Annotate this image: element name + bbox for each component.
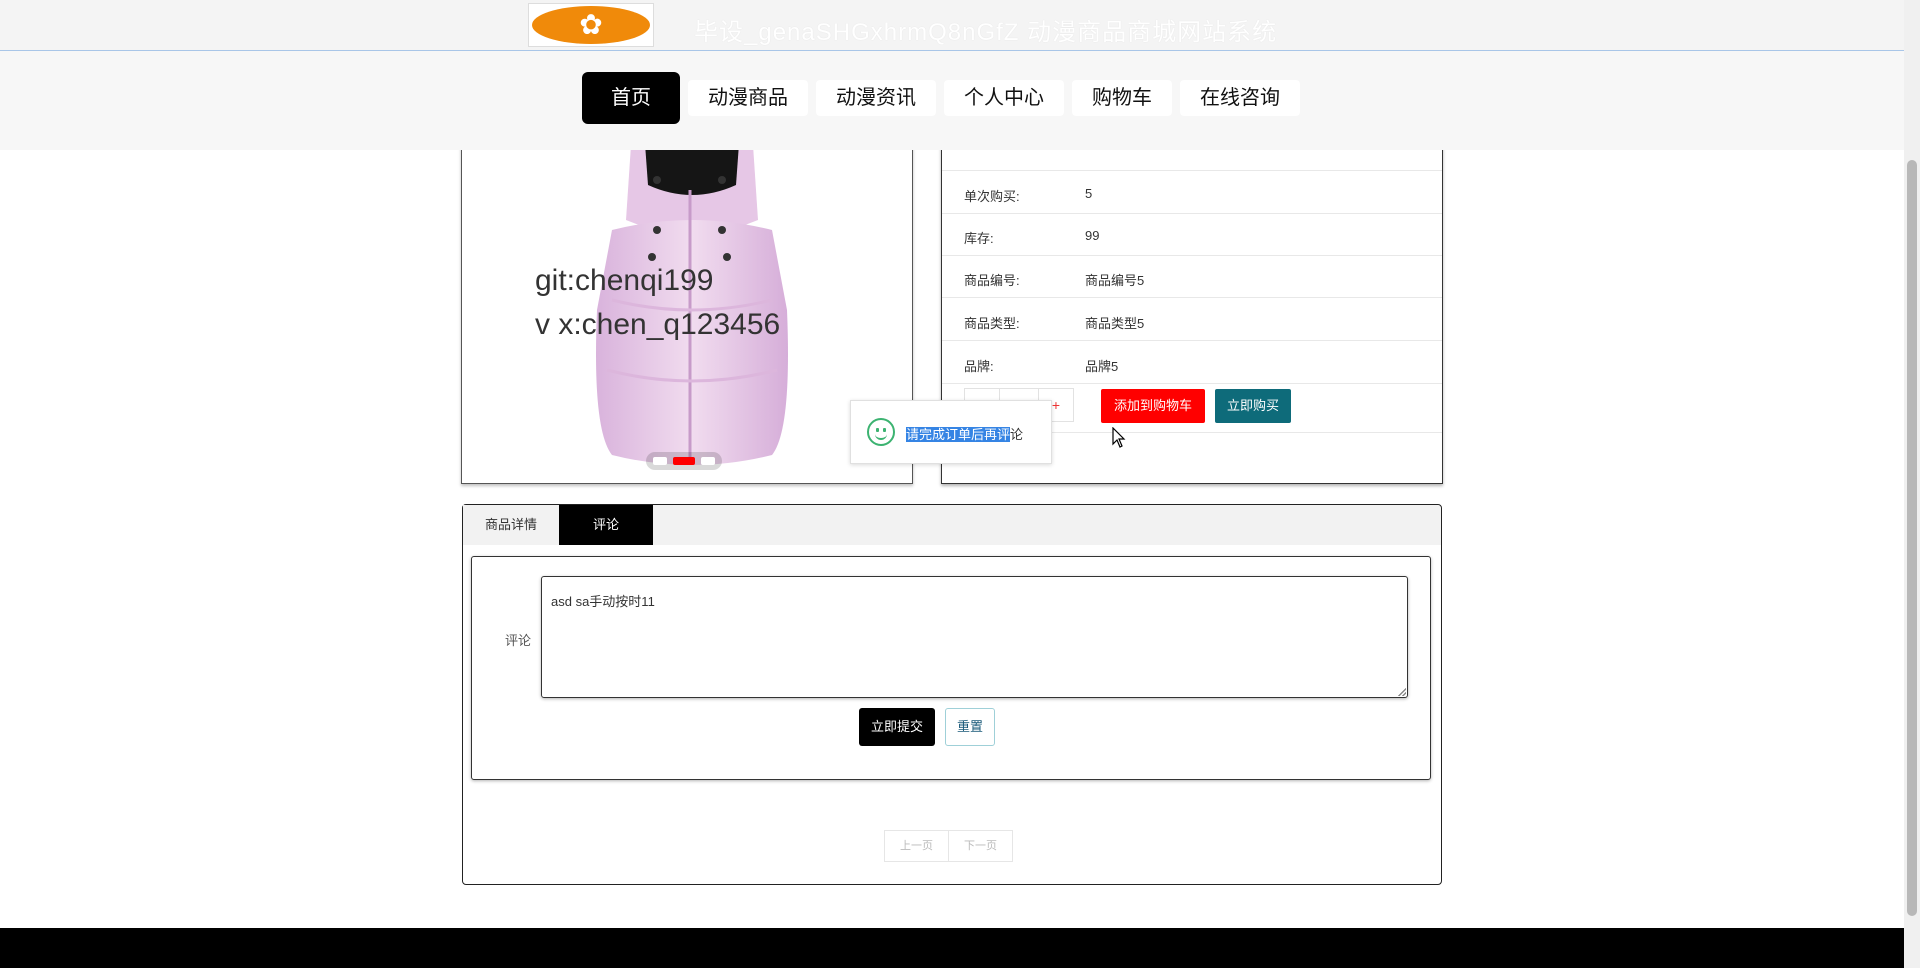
toast-text: 请完成订单后再评论 [906, 424, 1023, 443]
carousel-dot[interactable] [701, 457, 715, 465]
smile-icon [867, 418, 895, 446]
reset-button[interactable]: 重置 [945, 708, 995, 746]
info-row-stock: 库存: 99 [942, 213, 1442, 256]
info-value: 99 [1085, 228, 1100, 243]
comment-form: 评论 asd sa手动按时11 立即提交 重置 [471, 556, 1431, 780]
nav-item-news[interactable]: 动漫资讯 [816, 80, 936, 116]
pagination: 上一页 下一页 [884, 830, 1013, 862]
info-label: 品牌: [964, 359, 994, 374]
info-row-product-type: 商品类型: 商品类型5 [942, 298, 1442, 341]
info-label: 商品编号: [964, 273, 1020, 288]
watermark-text: v x:chen_q123456 [535, 308, 781, 341]
info-row-per-purchase: 单次购买: 5 [942, 171, 1442, 214]
footer [0, 928, 1904, 968]
info-label: 单次购买: [964, 189, 1020, 204]
comment-textarea[interactable]: asd sa手动按时11 [541, 576, 1408, 698]
tab-comments[interactable]: 评论 [559, 505, 653, 545]
carousel-dot[interactable] [653, 457, 667, 465]
watermark-text: git:chenqi199 [535, 264, 714, 297]
nav-item-home[interactable]: 首页 [582, 72, 680, 124]
carousel-dot-active[interactable] [673, 457, 695, 465]
nav-item-profile[interactable]: 个人中心 [944, 80, 1064, 116]
next-page-button[interactable]: 下一页 [949, 830, 1013, 862]
tab-product-details[interactable]: 商品详情 [463, 505, 559, 545]
comment-text: asd sa手动按时11 [551, 594, 655, 609]
scrollbar-thumb[interactable] [1907, 160, 1917, 916]
toast-text-rest: 论 [1010, 427, 1024, 442]
page: ✿ 毕设_genaSHGxhrmQ8nGfZ 动漫商品商城网站系统 首页 动漫商… [0, 0, 1920, 968]
buy-now-button[interactable]: 立即购买 [1215, 389, 1291, 423]
info-value: 商品编号5 [1085, 273, 1145, 288]
add-to-cart-button[interactable]: 添加到购物车 [1101, 389, 1205, 423]
info-row-product-code: 商品编号: 商品编号5 [942, 255, 1442, 298]
tab-header: 商品详情 评论 [463, 505, 1441, 545]
toast-message: 请完成订单后再评论 [850, 400, 1052, 464]
logo-icon: ✿ [532, 6, 650, 44]
info-label: 商品类型: [964, 316, 1020, 331]
nav-item-cart[interactable]: 购物车 [1072, 80, 1172, 116]
info-label: 库存: [964, 231, 994, 246]
info-value: 商品类型5 [1085, 316, 1145, 331]
main-nav: 首页 动漫商品 动漫资讯 个人中心 购物车 在线咨询 [0, 51, 1904, 150]
info-value: 品牌5 [1085, 359, 1119, 374]
scrollbar[interactable] [1904, 0, 1920, 968]
carousel-indicators [646, 452, 722, 470]
mouse-cursor-icon [1112, 427, 1126, 448]
detail-tabs-panel: 商品详情 评论 评论 asd sa手动按时11 立即提交 重置 上一页 下一页 [462, 504, 1442, 885]
top-header: ✿ 毕设_genaSHGxhrmQ8nGfZ 动漫商品商城网站系统 [0, 0, 1904, 51]
product-image-carousel[interactable]: git:chenqi199 v x:chen_q123456 [461, 130, 913, 484]
toast-text-selected: 请完成订单后再评 [906, 427, 1011, 442]
info-value: 5 [1085, 186, 1093, 201]
info-row-brand: 品牌: 品牌5 [942, 341, 1442, 384]
site-logo[interactable]: ✿ [528, 3, 654, 47]
nav-item-products[interactable]: 动漫商品 [688, 80, 808, 116]
site-title: 毕设_genaSHGxhrmQ8nGfZ 动漫商品商城网站系统 [694, 19, 1278, 46]
resize-grip-icon[interactable] [1398, 688, 1406, 696]
nav-item-consult[interactable]: 在线咨询 [1180, 80, 1300, 116]
submit-comment-button[interactable]: 立即提交 [859, 708, 935, 746]
prev-page-button[interactable]: 上一页 [884, 830, 949, 862]
comment-label: 评论 [505, 633, 532, 648]
product-image [596, 130, 788, 465]
